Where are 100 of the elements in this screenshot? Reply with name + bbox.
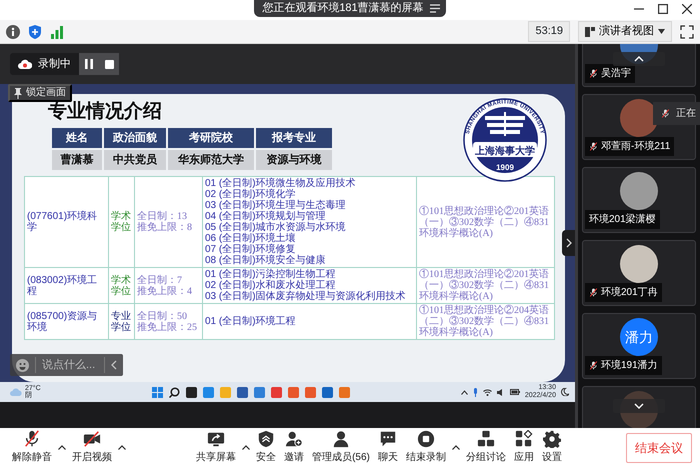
- view-mode-dropdown[interactable]: 演讲者视图: [578, 21, 672, 42]
- chevron-left-icon[interactable]: [111, 360, 117, 370]
- table-header-cell: 政治面貌: [104, 128, 166, 148]
- stop-button[interactable]: [99, 53, 119, 75]
- exam-subjects-cell: ①101思想政治理论②204英语（二）③302数学（二）④831环境科学概论(A): [416, 304, 554, 340]
- quota-line: 全日制：7: [137, 274, 183, 286]
- participant-name: 吴浩宇: [601, 66, 631, 81]
- participant-name: 邓萱雨-环境211: [601, 140, 670, 154]
- toolbar-button[interactable]: 分组讨论: [462, 430, 510, 465]
- toolbar-button[interactable]: 邀请: [280, 430, 308, 465]
- caret-icon: [118, 445, 126, 450]
- quota-line: 全日制：13: [137, 211, 188, 222]
- app-icon[interactable]: [186, 386, 197, 398]
- windows-logo-icon[interactable]: [152, 386, 163, 398]
- research-direction: 02 (全日制)环境化学: [205, 189, 296, 200]
- tooltip-text: 正在: [676, 107, 696, 121]
- camera-off-icon: [83, 430, 101, 448]
- quota-line: 推免上限：4: [137, 286, 193, 296]
- cloud-icon: [18, 59, 32, 69]
- exam-subjects-cell: ①101思想政治理论②201英语（一）③302数学（二）④831环境科学概论(A): [416, 176, 554, 268]
- quota-line: 推免上限：8: [137, 222, 193, 233]
- stop-icon: [104, 60, 114, 68]
- lock-view-button[interactable]: 锁定画面: [8, 84, 72, 102]
- grid-icon: [514, 430, 533, 448]
- research-direction: 06 (全日制)环境土壤: [205, 233, 297, 244]
- menu-caret[interactable]: [56, 445, 68, 450]
- toolbar-button[interactable]: 管理成员(56): [308, 430, 374, 465]
- search-icon[interactable]: [168, 386, 180, 398]
- caret-down-icon: [658, 29, 665, 34]
- caret-icon: [58, 445, 66, 450]
- table-cell: 曹潇慕: [52, 150, 102, 170]
- research-direction: 01 (全日制)环境工程: [205, 316, 297, 327]
- banner-title: 您正在观看环境181曹潇慕的屏幕: [262, 0, 424, 16]
- close-icon[interactable]: [682, 4, 692, 14]
- battery-icon[interactable]: [510, 389, 520, 395]
- pin-icon: [14, 88, 22, 98]
- toolbar-button[interactable]: 应用: [510, 430, 538, 465]
- major-cell: (085700)资源与环境: [24, 304, 108, 340]
- chat-input-field[interactable]: 说点什么...: [10, 354, 123, 376]
- wifi-icon[interactable]: [482, 388, 492, 396]
- fullscreen-icon[interactable]: [680, 24, 694, 38]
- toolbar-button[interactable]: 设置: [538, 430, 566, 465]
- menu-caret[interactable]: [240, 445, 252, 450]
- list-icon[interactable]: [430, 4, 440, 13]
- slide-title: 专业情况介绍: [48, 100, 162, 124]
- photo-placeholder: [620, 172, 658, 210]
- recording-label: 录制中: [38, 56, 71, 72]
- moon-icon[interactable]: [560, 388, 569, 396]
- table-header-cell: 考研院校: [168, 128, 254, 148]
- microphone-icon[interactable]: [472, 388, 478, 396]
- photo-placeholder: [620, 245, 658, 283]
- scroll-up-button[interactable]: [613, 52, 665, 66]
- research-direction: 08 (全日制)环境安全与健康: [205, 255, 327, 266]
- meeting-timer: 53:19: [528, 21, 570, 42]
- quota-line: 推免上限：25: [137, 322, 198, 332]
- research-direction: 04 (全日制)环境规划与管理: [205, 211, 326, 222]
- toolbar-button[interactable]: 共享屏幕: [192, 430, 240, 465]
- caret-icon: [452, 445, 460, 450]
- caret-icon: [242, 445, 250, 450]
- chevron-right-icon: [566, 238, 572, 248]
- smiley-icon[interactable]: [16, 358, 29, 372]
- panel-toggle-button[interactable]: [562, 230, 575, 256]
- chevron-down-icon: [634, 403, 644, 409]
- speaker-icon[interactable]: [496, 388, 505, 396]
- research-direction: 01 (全日制)环境微生物及应用技术: [205, 178, 357, 189]
- research-direction: 02 (全日制)水和废水处理工程: [205, 280, 336, 291]
- menu-caret[interactable]: [450, 445, 462, 450]
- toolbar-button[interactable]: 开启视频: [68, 430, 116, 465]
- toolbar-button[interactable]: 聊天: [374, 430, 402, 465]
- degree-type-cell: 专业学位: [108, 304, 134, 340]
- cloud-icon: [10, 388, 22, 396]
- muted-mic-icon: [23, 430, 41, 448]
- toolbar-button[interactable]: 结束录制: [402, 430, 450, 465]
- research-direction: 05 (全日制)城市水资源与水环境: [205, 222, 347, 233]
- table-header-cell: 报考专业: [256, 128, 332, 148]
- table-cell: 中共党员: [104, 150, 166, 170]
- photo-placeholder: [620, 99, 658, 137]
- person-icon: [332, 430, 350, 448]
- shield-icon[interactable]: [28, 24, 42, 38]
- table-cell: 华东师范大学: [168, 150, 254, 170]
- muted-mic-icon: [661, 108, 670, 119]
- toolbar-button[interactable]: 解除静音: [8, 430, 56, 465]
- toolbar-button[interactable]: 安全: [252, 430, 280, 465]
- caret-up-icon[interactable]: [460, 390, 468, 394]
- research-direction: 07 (全日制)环境修复: [205, 244, 296, 255]
- chevron-up-icon: [634, 56, 644, 62]
- layout-icon: [585, 26, 595, 36]
- quota-line: 全日制：50: [137, 310, 188, 322]
- participant-name: 环境201丁冉: [601, 286, 658, 300]
- scroll-down-button[interactable]: [613, 399, 665, 413]
- menu-caret[interactable]: [116, 445, 128, 450]
- end-meeting-button[interactable]: 结束会议: [626, 432, 692, 462]
- research-direction: 03 (全日制)固体废弃物处理与资源化利用技术: [205, 291, 407, 302]
- degree-type-cell: 学术学位: [108, 176, 134, 268]
- info-icon[interactable]: [6, 24, 20, 38]
- maximize-icon[interactable]: [658, 4, 668, 14]
- signal-bars-icon[interactable]: [50, 24, 64, 38]
- participant-name: 环境201梁潇樱: [589, 212, 656, 227]
- avatar-circle: 潘力: [620, 318, 658, 356]
- pause-button[interactable]: [79, 53, 99, 75]
